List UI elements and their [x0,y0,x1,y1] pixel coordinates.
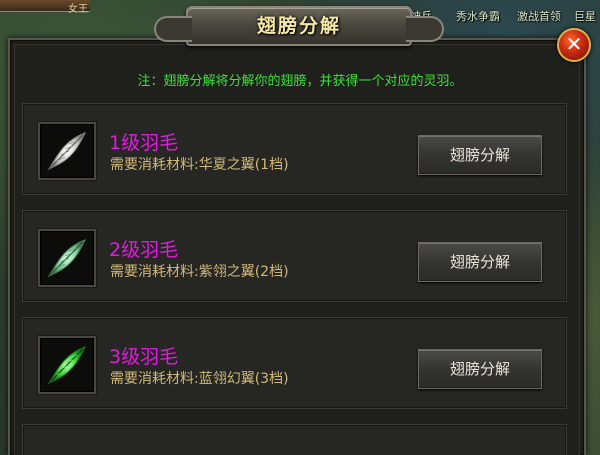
item-slot-1[interactable] [38,122,96,180]
white-feather-icon [47,132,87,171]
world-label-juxing: 巨星 [574,10,596,23]
item-name: 1级羽毛 [109,132,179,154]
item-requirement: 需要消耗材料:紫翎之翼(2档) [110,264,289,280]
window-title-plate: 翅膀分解 [154,6,444,46]
close-icon: ✕ [565,32,583,56]
item-name: 2级羽毛 [109,239,179,261]
feather-row-3: 3级羽毛 需要消耗材料:蓝翎幻翼(3档) 翅膀分解 [22,317,567,409]
window-title: 翅膀分解 [256,15,341,37]
close-button[interactable]: ✕ [557,28,591,62]
item-slot-2[interactable] [38,229,96,287]
item-requirement: 需要消耗材料:华夏之翼(1档) [110,157,289,173]
hud-corner-text: 女王 [68,4,88,15]
item-name: 3级羽毛 [109,346,179,368]
item-requirement: 需要消耗材料:蓝翎幻翼(3档) [110,371,289,387]
feather-row-4 [22,424,567,455]
item-slot-3[interactable] [38,336,96,394]
decompose-button-3[interactable]: 翅膀分解 [418,349,542,389]
notice-text: 注：翅膀分解将分解你的翅膀，并获得一个对应的灵羽。 [137,74,463,89]
decompose-button-2[interactable]: 翅膀分解 [418,242,542,282]
green-feather-icon [47,346,87,385]
feather-row-1: 1级羽毛 需要消耗材料:华夏之翼(1档) 翅膀分解 [22,103,567,195]
decompose-button-1[interactable]: 翅膀分解 [418,135,542,175]
pale-green-feather-icon [47,239,87,278]
top-left-hud: 女王 [0,0,90,15]
world-label-jizhan: 激战首领 [517,10,561,23]
feather-row-2: 2级羽毛 需要消耗材料:紫翎之翼(2档) 翅膀分解 [22,210,567,302]
world-label-xiushui: 秀水争霸 [456,10,500,23]
